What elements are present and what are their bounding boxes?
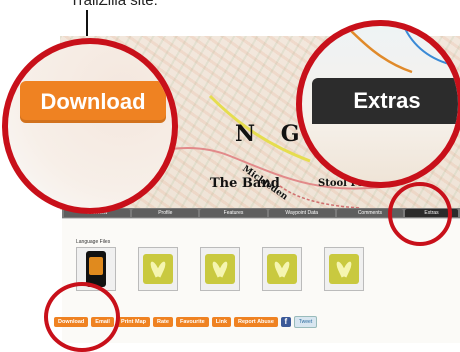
highlight-ring-extras <box>388 182 452 246</box>
callout-pointer <box>86 10 148 38</box>
extras-thumbnail[interactable] <box>324 247 364 291</box>
extras-thumbnail[interactable] <box>262 247 302 291</box>
zoom-circle-download: Download <box>2 38 178 214</box>
print-map-button[interactable]: Print Map <box>116 317 151 327</box>
tweet-button[interactable]: Tweet <box>293 316 318 328</box>
leaf-logo-icon <box>329 254 359 284</box>
extras-thumbnail[interactable] <box>200 247 240 291</box>
caption: TrailZilla site: <box>70 0 158 9</box>
zoomed-extras-tab: Extras <box>312 78 458 124</box>
leaf-logo-icon <box>143 254 173 284</box>
rate-button[interactable]: Rate <box>153 317 173 327</box>
zoomed-download-button: Download <box>20 81 166 123</box>
leaf-logo-icon <box>205 254 235 284</box>
tab-features[interactable]: Features <box>200 209 267 217</box>
report-abuse-button[interactable]: Report Abuse <box>234 317 278 327</box>
extras-thumbnail[interactable] <box>138 247 178 291</box>
zoom-circle-extras: Extras <box>296 20 460 188</box>
leaf-logo-icon <box>267 254 297 284</box>
map-label-the-band: The Band <box>210 176 280 191</box>
facebook-icon[interactable]: f <box>280 317 291 327</box>
phone-app-icon <box>86 251 106 287</box>
tab-waypoint-data[interactable]: Waypoint Data <box>268 209 335 217</box>
extras-thumbnails <box>76 247 364 291</box>
tab-profile[interactable]: Profile <box>132 209 199 217</box>
zoom-map-paths <box>344 26 458 74</box>
favourite-button[interactable]: Favourite <box>175 317 209 327</box>
language-files-label: Language Files <box>76 239 111 245</box>
link-button[interactable]: Link <box>211 317 232 327</box>
